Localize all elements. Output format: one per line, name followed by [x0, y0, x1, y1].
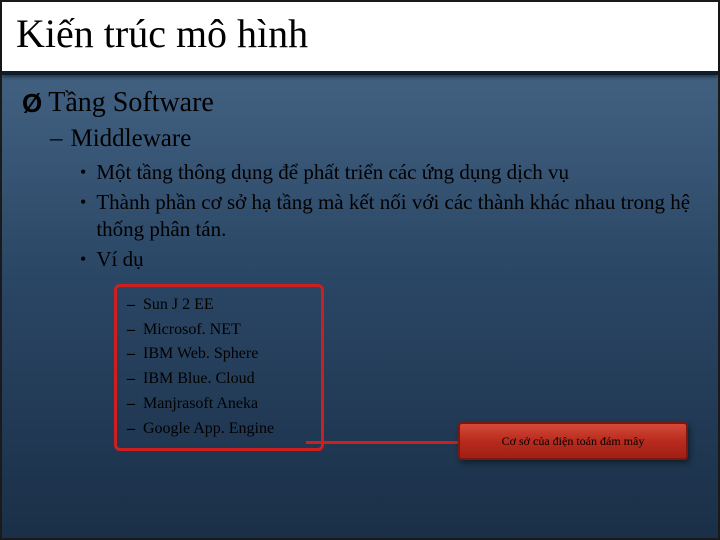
level2-item: – Middleware — [50, 125, 698, 153]
connector-line — [306, 441, 464, 444]
dot-icon: • — [80, 189, 86, 244]
bullet-item: • Thành phần cơ sở hạ tầng mà kết nối vớ… — [80, 189, 698, 244]
list-item: – Google App. Engine — [127, 417, 309, 442]
list-item: – Sun J 2 EE — [127, 293, 309, 318]
dash-icon: – — [127, 367, 135, 392]
example-text: Sun J 2 EE — [143, 293, 214, 318]
example-text: Microsof. NET — [143, 318, 241, 343]
dot-icon: • — [80, 246, 86, 274]
bullet-text: Thành phần cơ sở hạ tầng mà kết nối với … — [96, 189, 698, 244]
example-text: IBM Web. Sphere — [143, 342, 258, 367]
example-box: – Sun J 2 EE – Microsof. NET – IBM Web. … — [114, 284, 324, 451]
list-item: – Manjrasoft Aneka — [127, 392, 309, 417]
dot-icon: • — [80, 159, 86, 187]
bullet-text: Một tầng thông dụng để phất triển các ứn… — [96, 159, 569, 187]
list-item: – Microsof. NET — [127, 318, 309, 343]
bullet-item: • Ví dụ — [80, 246, 698, 274]
list-item: – IBM Web. Sphere — [127, 342, 309, 367]
bullet-item: • Một tầng thông dụng để phất triển các … — [80, 159, 698, 187]
dash-icon: – — [127, 417, 135, 442]
slide-title: Kiến trúc mô hình — [16, 10, 704, 57]
level1-text: Tầng Software — [48, 87, 214, 119]
example-text: Manjrasoft Aneka — [143, 392, 258, 417]
title-bar: Kiến trúc mô hình — [2, 2, 718, 75]
example-text: IBM Blue. Cloud — [143, 367, 255, 392]
bullet-text: Ví dụ — [96, 246, 143, 274]
level1-item: Ø Tầng Software — [22, 87, 698, 119]
callout-box: Cơ sở của điện toán đám mây — [458, 422, 688, 460]
dash-icon: – — [127, 293, 135, 318]
slide: Kiến trúc mô hình Ø Tầng Software – Midd… — [0, 0, 720, 540]
callout-text: Cơ sở của điện toán đám mây — [502, 434, 645, 449]
level2-text: Middleware — [71, 125, 192, 153]
dash-icon: – — [127, 342, 135, 367]
list-item: – IBM Blue. Cloud — [127, 367, 309, 392]
dash-icon: – — [127, 318, 135, 343]
slide-content: Ø Tầng Software – Middleware • Một tầng … — [2, 75, 718, 451]
bullet-list: • Một tầng thông dụng để phất triển các … — [80, 159, 698, 274]
chevron-icon: Ø — [22, 88, 42, 119]
example-text: Google App. Engine — [143, 417, 274, 442]
dash-icon: – — [50, 125, 63, 153]
dash-icon: – — [127, 392, 135, 417]
